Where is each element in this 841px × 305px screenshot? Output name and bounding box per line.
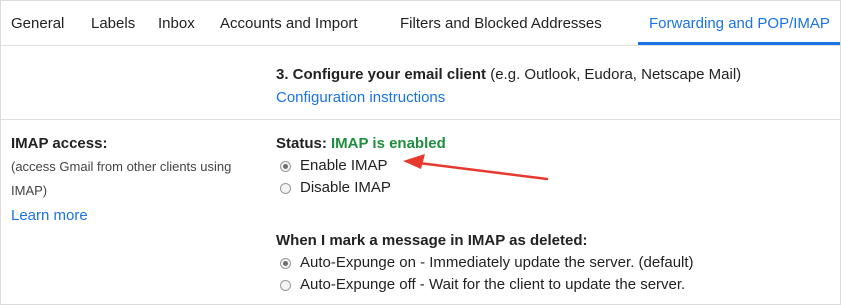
tab-labels[interactable]: Labels (91, 15, 135, 33)
auto-expunge-off-label[interactable]: Auto-Expunge off - Wait for the client t… (300, 276, 685, 294)
configuration-instructions-link[interactable]: Configuration instructions (276, 89, 445, 107)
section-divider (1, 119, 840, 120)
settings-tabs: General Labels Inbox Accounts and Import… (1, 1, 840, 46)
tab-accounts-and-import[interactable]: Accounts and Import (220, 15, 358, 33)
red-arrow-annotation-icon (403, 154, 549, 181)
configure-client-hint: (e.g. Outlook, Eudora, Netscape Mail) (490, 66, 742, 83)
configure-client-row: 3. Configure your email client (e.g. Out… (276, 66, 741, 84)
imap-access-label: IMAP access: (11, 135, 108, 152)
imap-status-label: Status: (276, 135, 327, 152)
auto-expunge-off-radio[interactable] (280, 280, 291, 291)
disable-imap-radio[interactable] (280, 183, 291, 194)
configure-client-heading: 3. Configure your email client (276, 66, 487, 83)
settings-panel: General Labels Inbox Accounts and Import… (0, 0, 841, 305)
deleted-behavior-heading: When I mark a message in IMAP as deleted… (276, 232, 588, 249)
tab-filters-and-blocked-addresses[interactable]: Filters and Blocked Addresses (400, 15, 602, 33)
imap-status-value: IMAP is enabled (331, 135, 446, 152)
tab-forwarding-and-pop-imap[interactable]: Forwarding and POP/IMAP (649, 15, 830, 33)
learn-more-link[interactable]: Learn more (11, 207, 88, 225)
tab-inbox[interactable]: Inbox (158, 15, 195, 33)
tab-general[interactable]: General (11, 15, 64, 33)
active-tab-indicator (638, 42, 840, 45)
auto-expunge-on-radio[interactable] (280, 258, 291, 269)
auto-expunge-on-label[interactable]: Auto-Expunge on - Immediately update the… (300, 254, 694, 272)
enable-imap-radio[interactable] (280, 161, 291, 172)
disable-imap-label[interactable]: Disable IMAP (300, 179, 391, 197)
imap-access-description-line2: IMAP) (11, 183, 48, 198)
enable-imap-label[interactable]: Enable IMAP (300, 157, 388, 175)
imap-access-description-line1: (access Gmail from other clients using (11, 159, 232, 174)
